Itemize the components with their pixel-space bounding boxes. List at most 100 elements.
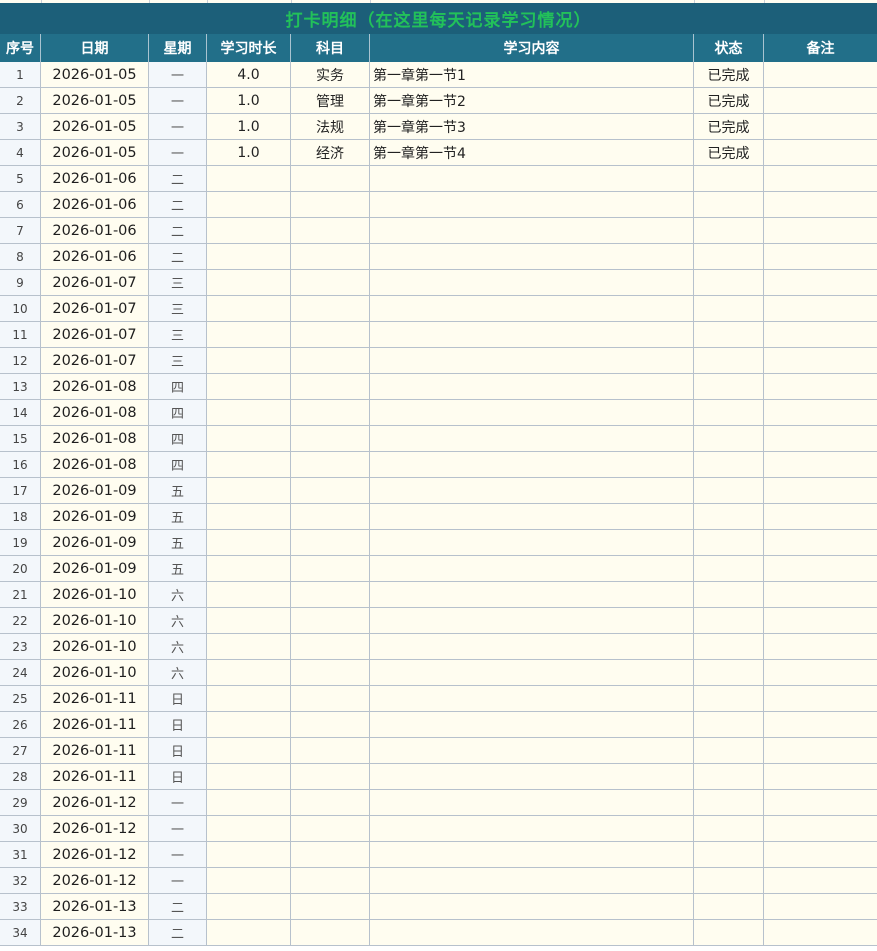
- cell-note[interactable]: [764, 88, 877, 114]
- cell-duration[interactable]: 4.0: [207, 62, 291, 88]
- cell-weekday[interactable]: 六: [149, 582, 207, 608]
- cell-duration[interactable]: [207, 608, 291, 634]
- cell-date[interactable]: 2026-01-08: [41, 426, 149, 452]
- cell-duration[interactable]: [207, 920, 291, 946]
- cell-date[interactable]: 2026-01-09: [41, 530, 149, 556]
- cell-note[interactable]: [764, 634, 877, 660]
- header-content[interactable]: 学习内容: [370, 34, 694, 62]
- cell-seq[interactable]: 12: [0, 348, 41, 374]
- cell-weekday[interactable]: 一: [149, 140, 207, 166]
- cell-status[interactable]: [694, 452, 764, 478]
- cell-content[interactable]: [370, 608, 694, 634]
- cell-subject[interactable]: [291, 348, 370, 374]
- cell-seq[interactable]: 19: [0, 530, 41, 556]
- cell-date[interactable]: 2026-01-10: [41, 608, 149, 634]
- cell-duration[interactable]: [207, 322, 291, 348]
- cell-subject[interactable]: [291, 712, 370, 738]
- cell-duration[interactable]: 1.0: [207, 88, 291, 114]
- cell-duration[interactable]: [207, 868, 291, 894]
- cell-content[interactable]: [370, 296, 694, 322]
- cell-weekday[interactable]: 二: [149, 166, 207, 192]
- cell-subject[interactable]: [291, 608, 370, 634]
- cell-weekday[interactable]: 五: [149, 504, 207, 530]
- cell-content[interactable]: [370, 452, 694, 478]
- cell-status[interactable]: [694, 556, 764, 582]
- cell-date[interactable]: 2026-01-05: [41, 140, 149, 166]
- cell-duration[interactable]: [207, 686, 291, 712]
- cell-status[interactable]: [694, 296, 764, 322]
- header-weekday[interactable]: 星期: [149, 34, 207, 62]
- cell-subject[interactable]: [291, 764, 370, 790]
- cell-content[interactable]: [370, 582, 694, 608]
- cell-seq[interactable]: 14: [0, 400, 41, 426]
- cell-date[interactable]: 2026-01-06: [41, 166, 149, 192]
- cell-duration[interactable]: [207, 582, 291, 608]
- cell-subject[interactable]: [291, 270, 370, 296]
- cell-status[interactable]: [694, 400, 764, 426]
- cell-date[interactable]: 2026-01-11: [41, 764, 149, 790]
- cell-note[interactable]: [764, 62, 877, 88]
- cell-seq[interactable]: 23: [0, 634, 41, 660]
- cell-note[interactable]: [764, 270, 877, 296]
- cell-note[interactable]: [764, 478, 877, 504]
- cell-content[interactable]: [370, 894, 694, 920]
- cell-subject[interactable]: [291, 556, 370, 582]
- cell-note[interactable]: [764, 426, 877, 452]
- cell-date[interactable]: 2026-01-05: [41, 88, 149, 114]
- cell-date[interactable]: 2026-01-10: [41, 582, 149, 608]
- cell-status[interactable]: [694, 374, 764, 400]
- cell-status[interactable]: [694, 504, 764, 530]
- cell-note[interactable]: [764, 686, 877, 712]
- cell-seq[interactable]: 29: [0, 790, 41, 816]
- cell-date[interactable]: 2026-01-07: [41, 296, 149, 322]
- cell-content[interactable]: [370, 322, 694, 348]
- cell-duration[interactable]: [207, 842, 291, 868]
- cell-content[interactable]: [370, 686, 694, 712]
- cell-subject[interactable]: [291, 894, 370, 920]
- cell-content[interactable]: [370, 660, 694, 686]
- cell-status[interactable]: [694, 244, 764, 270]
- cell-date[interactable]: 2026-01-11: [41, 686, 149, 712]
- cell-note[interactable]: [764, 556, 877, 582]
- cell-status[interactable]: [694, 634, 764, 660]
- cell-content[interactable]: [370, 790, 694, 816]
- header-seq[interactable]: 序号: [0, 34, 41, 62]
- cell-duration[interactable]: [207, 530, 291, 556]
- cell-content[interactable]: [370, 400, 694, 426]
- cell-date[interactable]: 2026-01-10: [41, 660, 149, 686]
- cell-note[interactable]: [764, 764, 877, 790]
- cell-status[interactable]: [694, 322, 764, 348]
- cell-status[interactable]: [694, 660, 764, 686]
- cell-subject[interactable]: [291, 426, 370, 452]
- cell-status[interactable]: 已完成: [694, 114, 764, 140]
- cell-weekday[interactable]: 日: [149, 738, 207, 764]
- cell-date[interactable]: 2026-01-12: [41, 868, 149, 894]
- cell-status[interactable]: [694, 478, 764, 504]
- cell-content[interactable]: 第一章第一节4: [370, 140, 694, 166]
- cell-date[interactable]: 2026-01-09: [41, 478, 149, 504]
- cell-status[interactable]: [694, 426, 764, 452]
- cell-content[interactable]: [370, 218, 694, 244]
- cell-seq[interactable]: 3: [0, 114, 41, 140]
- header-note[interactable]: 备注: [764, 34, 877, 62]
- cell-weekday[interactable]: 日: [149, 764, 207, 790]
- cell-weekday[interactable]: 二: [149, 192, 207, 218]
- cell-subject[interactable]: 实务: [291, 62, 370, 88]
- cell-subject[interactable]: [291, 166, 370, 192]
- cell-note[interactable]: [764, 322, 877, 348]
- cell-date[interactable]: 2026-01-08: [41, 400, 149, 426]
- cell-duration[interactable]: [207, 790, 291, 816]
- cell-duration[interactable]: [207, 712, 291, 738]
- cell-date[interactable]: 2026-01-13: [41, 894, 149, 920]
- cell-status[interactable]: [694, 270, 764, 296]
- cell-content[interactable]: [370, 244, 694, 270]
- cell-duration[interactable]: [207, 192, 291, 218]
- cell-note[interactable]: [764, 400, 877, 426]
- cell-duration[interactable]: [207, 504, 291, 530]
- cell-note[interactable]: [764, 296, 877, 322]
- cell-status[interactable]: [694, 166, 764, 192]
- cell-subject[interactable]: [291, 530, 370, 556]
- cell-content[interactable]: [370, 634, 694, 660]
- cell-weekday[interactable]: 一: [149, 88, 207, 114]
- cell-seq[interactable]: 24: [0, 660, 41, 686]
